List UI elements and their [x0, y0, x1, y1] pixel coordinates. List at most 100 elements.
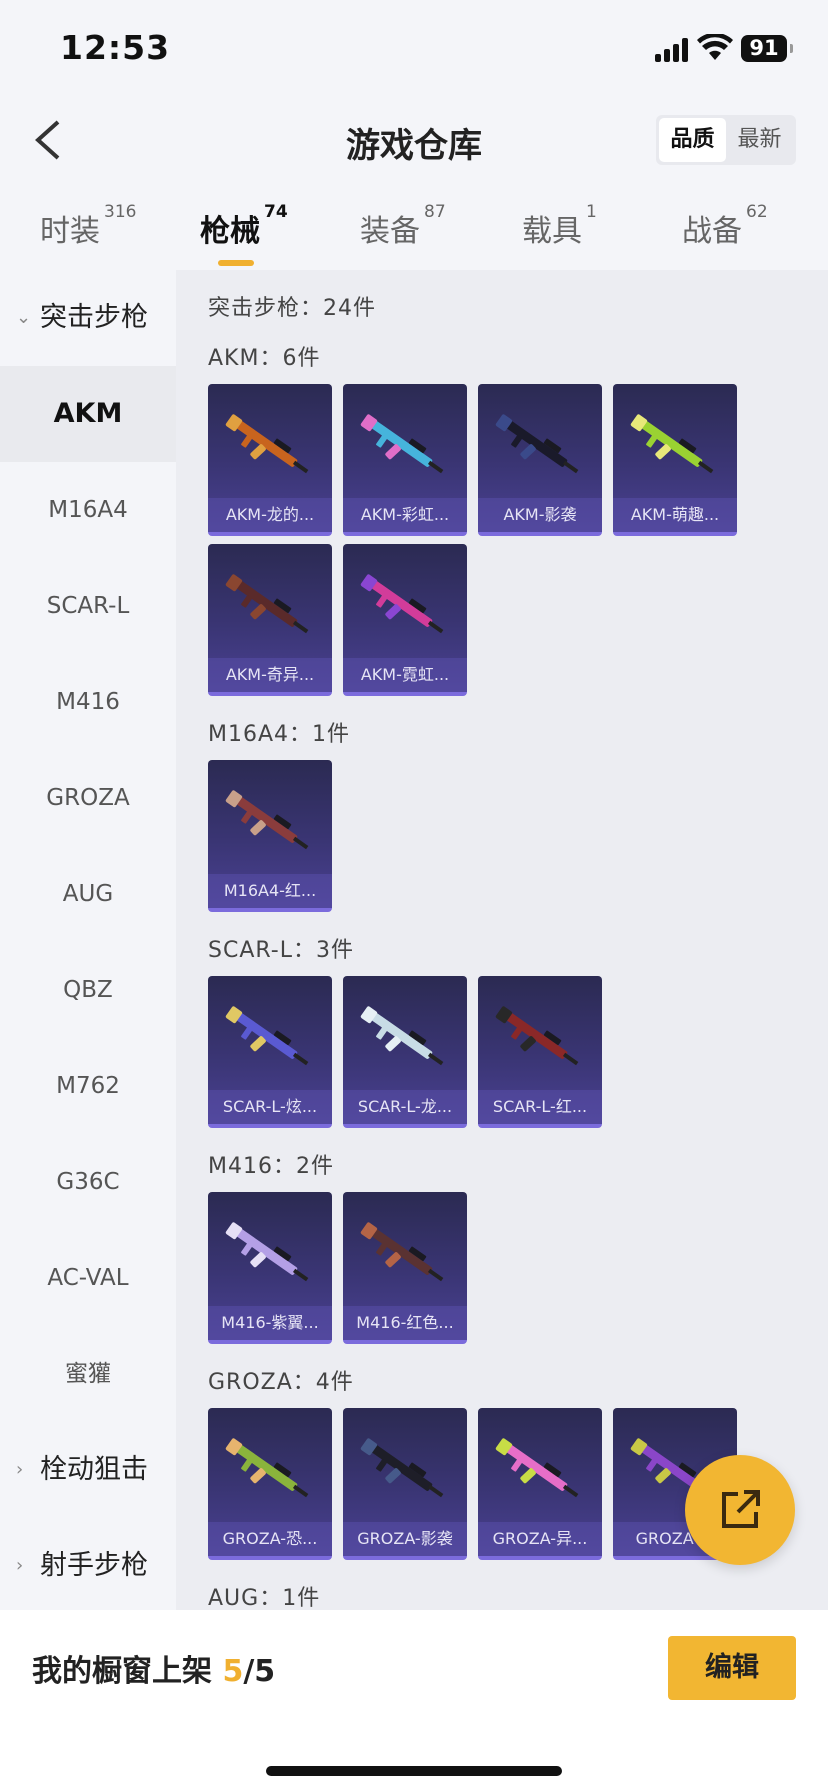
- showcase-status: 我的橱窗上架 5/5: [32, 1646, 275, 1690]
- weapon-skin-card[interactable]: AKM-霓虹...: [343, 544, 467, 696]
- rifle-icon: [495, 1438, 579, 1498]
- rifle-icon: [225, 574, 309, 634]
- weapon-skin-card[interactable]: M416-紫翼...: [208, 1192, 332, 1344]
- sort-option-quality[interactable]: 品质: [659, 118, 726, 162]
- sidebar-group-label: 突击步枪: [40, 302, 148, 333]
- status-time: 12:53: [60, 28, 171, 67]
- weapon-skin-card[interactable]: M416-红色...: [343, 1192, 467, 1344]
- tab-fashion[interactable]: 时装316: [40, 202, 136, 250]
- tab-label: 载具: [522, 214, 582, 249]
- status-bar: 12:53 91: [0, 0, 828, 100]
- weapon-skin-card[interactable]: AKM-龙的...: [208, 384, 332, 536]
- chevron-right-icon: ›: [16, 1555, 24, 1576]
- tab-label: 战备: [682, 214, 742, 249]
- sidebar-item-aug[interactable]: AUG: [0, 846, 176, 942]
- showcase-label: 我的橱窗上架: [32, 1654, 212, 1689]
- weapon-skin-name: SCAR-L-龙...: [343, 1090, 467, 1124]
- weapon-skin-card[interactable]: AKM-萌趣...: [613, 384, 737, 536]
- weapon-skin-name: M416-紫翼...: [208, 1306, 332, 1340]
- weapon-skin-name: GROZA-影袭: [343, 1522, 467, 1556]
- rifle-icon: [360, 414, 444, 474]
- edit-button[interactable]: 编辑: [668, 1636, 796, 1700]
- sidebar-item-m762[interactable]: M762: [0, 1038, 176, 1134]
- sidebar-item-m416[interactable]: M416: [0, 654, 176, 750]
- weapon-skin-name: SCAR-L-炫...: [208, 1090, 332, 1124]
- showcase-total: /5: [243, 1654, 276, 1689]
- section-title: M416：2件: [208, 1154, 334, 1179]
- category-tabs: 时装316 枪械74 装备87 载具1 战备62: [0, 200, 828, 270]
- rifle-icon: [630, 414, 714, 474]
- sort-toggle: 品质 最新: [656, 115, 796, 165]
- wifi-icon: [697, 34, 733, 60]
- rifle-icon: [225, 1006, 309, 1066]
- tab-firearms[interactable]: 枪械74: [200, 202, 288, 266]
- tab-label: 时装: [40, 214, 100, 249]
- tab-equipment[interactable]: 装备87: [360, 202, 446, 250]
- weapon-skin-card[interactable]: AKM-奇异...: [208, 544, 332, 696]
- sidebar-item-scar-l[interactable]: SCAR-L: [0, 558, 176, 654]
- section-title: GROZA：4件: [208, 1370, 354, 1395]
- sidebar-item-qbz[interactable]: QBZ: [0, 942, 176, 1038]
- weapon-skin-card[interactable]: GROZA-异...: [478, 1408, 602, 1560]
- weapon-skin-card[interactable]: SCAR-L-龙...: [343, 976, 467, 1128]
- weapon-skin-card[interactable]: AKM-影袭: [478, 384, 602, 536]
- weapon-skin-card[interactable]: GROZA-影袭: [343, 1408, 467, 1560]
- rifle-icon: [360, 574, 444, 634]
- tab-vehicles[interactable]: 载具1: [522, 202, 597, 250]
- sidebar-item-groza[interactable]: GROZA: [0, 750, 176, 846]
- weapon-skin-name: AKM-霓虹...: [343, 658, 467, 692]
- weapon-skin-name: M416-红色...: [343, 1306, 467, 1340]
- weapon-grid-content[interactable]: 突击步枪：24件 AKM：6件 AKM-龙的... AKM-彩虹... AKM-影袭 A…: [176, 270, 828, 1610]
- sidebar-group-bolt-action[interactable]: › 栓动狙击: [0, 1422, 176, 1518]
- sidebar-group-assault-rifles[interactable]: ⌄ 突击步枪: [0, 270, 176, 366]
- cellular-signal-icon: [655, 38, 689, 62]
- rifle-icon: [225, 414, 309, 474]
- active-tab-indicator: [218, 260, 254, 266]
- sidebar-item-ac-val[interactable]: AC-VAL: [0, 1230, 176, 1326]
- weapon-skin-card[interactable]: AKM-彩虹...: [343, 384, 467, 536]
- weapon-skin-card[interactable]: GROZA-恐...: [208, 1408, 332, 1560]
- tab-label: 装备: [360, 214, 420, 249]
- section-title: SCAR-L：3件: [208, 938, 354, 963]
- share-button[interactable]: [685, 1455, 795, 1565]
- tab-count: 316: [104, 202, 137, 222]
- sidebar-item-g36c[interactable]: G36C: [0, 1134, 176, 1230]
- rifle-icon: [495, 1006, 579, 1066]
- sidebar-item-akm[interactable]: AKM: [0, 366, 176, 462]
- weapon-skin-name: AKM-奇异...: [208, 658, 332, 692]
- tab-label: 枪械: [200, 214, 260, 249]
- weapon-skin-card[interactable]: SCAR-L-红...: [478, 976, 602, 1128]
- sort-option-newest[interactable]: 最新: [726, 118, 793, 162]
- rifle-icon: [495, 414, 579, 474]
- tab-supplies[interactable]: 战备62: [682, 202, 768, 250]
- tab-count: 87: [424, 202, 446, 222]
- battery-indicator: 91: [741, 35, 793, 62]
- weapon-skin-name: AKM-影袭: [478, 498, 602, 532]
- rifle-icon: [360, 1006, 444, 1066]
- sidebar-item-honey-badger[interactable]: 蜜獾: [0, 1326, 176, 1422]
- weapon-sidebar: ⌄ 突击步枪 AKM M16A4 SCAR-L M416 GROZA AUG Q…: [0, 270, 176, 1610]
- section-title: M16A4：1件: [208, 722, 351, 747]
- sidebar-group-marksman[interactable]: › 射手步枪: [0, 1518, 176, 1614]
- weapon-skin-name: SCAR-L-红...: [478, 1090, 602, 1124]
- weapon-skin-name: GROZA-异...: [478, 1522, 602, 1556]
- tab-count: 74: [264, 202, 288, 222]
- sidebar-group-label: 栓动狙击: [40, 1454, 148, 1485]
- sidebar-group-label: 射手步枪: [40, 1550, 148, 1581]
- share-external-icon: [722, 1490, 760, 1528]
- weapon-skin-card[interactable]: M16A4-红...: [208, 760, 332, 912]
- tab-count: 62: [746, 202, 768, 222]
- rifle-icon: [225, 790, 309, 850]
- section-title: AUG：1件: [208, 1586, 321, 1610]
- showcase-bar: 我的橱窗上架 5/5 编辑: [0, 1610, 828, 1792]
- weapon-skin-card[interactable]: SCAR-L-炫...: [208, 976, 332, 1128]
- weapon-skin-name: AKM-彩虹...: [343, 498, 467, 532]
- section-title: AKM：6件: [208, 346, 321, 371]
- weapon-skin-name: AKM-萌趣...: [613, 498, 737, 532]
- home-indicator: [266, 1766, 562, 1776]
- weapon-skin-name: AKM-龙的...: [208, 498, 332, 532]
- category-summary: 突击步枪：24件: [208, 296, 376, 321]
- sidebar-item-m16a4[interactable]: M16A4: [0, 462, 176, 558]
- page-header: 游戏仓库 品质 最新: [0, 100, 828, 180]
- chevron-down-icon: ⌄: [16, 307, 32, 328]
